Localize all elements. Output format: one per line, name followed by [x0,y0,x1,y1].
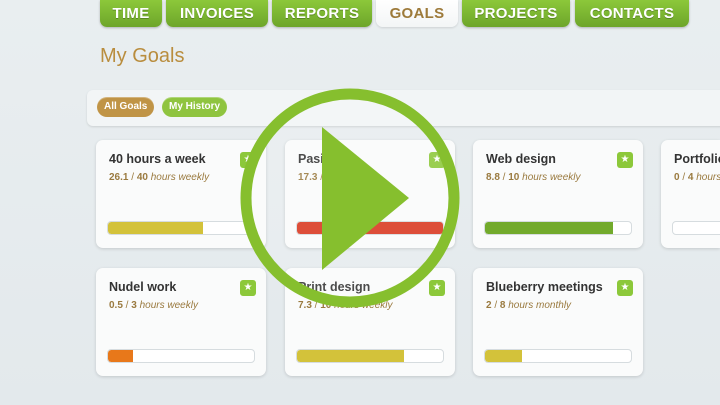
pin-icon[interactable]: ★ [617,152,633,168]
goal-progress-text: 2 / 8 hours monthly [486,300,572,311]
tab-projects[interactable]: PROJECTS [462,0,570,27]
goal-progress-bar [484,349,632,363]
tab-reports[interactable]: REPORTS [272,0,372,27]
pin-icon[interactable]: ★ [429,280,445,296]
top-navigation: TIME INVOICES REPORTS GOALS PROJECTS CON… [0,0,720,28]
goal-card[interactable]: Nudel work ★ 0.5 / 3 hours weekly [96,268,266,376]
goal-progress-bar [484,221,632,235]
tab-goals[interactable]: GOALS [376,0,458,27]
goal-progress-bar [107,221,255,235]
goal-progress-bar [296,349,444,363]
tab-time[interactable]: TIME [100,0,162,27]
goal-card[interactable]: Print design ★ 7.3 / 10 hours weekly [285,268,455,376]
goal-title: 40 hours a week [109,152,206,166]
goal-progress-bar [672,221,720,235]
page-title: My Goals [100,45,185,67]
pin-icon[interactable]: ★ [240,280,256,296]
goal-card[interactable]: 40 hours a week ★ 26.1 / 40 hours weekly [96,140,266,248]
goal-title: Web design [486,152,556,166]
goal-title: Blueberry meetings [486,280,603,294]
goal-filter-bar: All Goals My History [87,90,720,126]
goal-card[interactable]: Web design ★ 8.8 / 10 hours weekly [473,140,643,248]
goal-progress-bar [107,349,255,363]
goal-title: Pasif [298,152,328,166]
tab-contacts[interactable]: CONTACTS [575,0,689,27]
all-goals-button[interactable]: All Goals [97,97,155,117]
goal-progress-text: 8.8 / 10 hours weekly [486,172,581,183]
goal-progress-text: 0.5 / 3 hours weekly [109,300,198,311]
goal-title: Nudel work [109,280,177,294]
goal-card[interactable]: Portfolio 0 / 4 hours weekly [661,140,720,248]
goal-card[interactable]: Pasif ★ 17.3 / [285,140,455,248]
pin-icon[interactable]: ★ [240,152,256,168]
goal-progress-text: 7.3 / 10 hours weekly [298,300,393,311]
pin-icon[interactable]: ★ [617,280,633,296]
goal-title: Portfolio [674,152,720,166]
my-history-button[interactable]: My History [162,97,228,117]
goal-progress-text: 17.3 / [298,172,324,183]
goal-progress-text: 0 / 4 hours weekly [674,172,720,183]
goal-progress-text: 26.1 / 40 hours weekly [109,172,210,183]
pin-icon[interactable]: ★ [429,152,445,168]
tab-invoices[interactable]: INVOICES [166,0,268,27]
goal-card[interactable]: Blueberry meetings ★ 2 / 8 hours monthly [473,268,643,376]
goal-title: Print design [298,280,371,294]
goal-progress-bar [296,221,444,235]
